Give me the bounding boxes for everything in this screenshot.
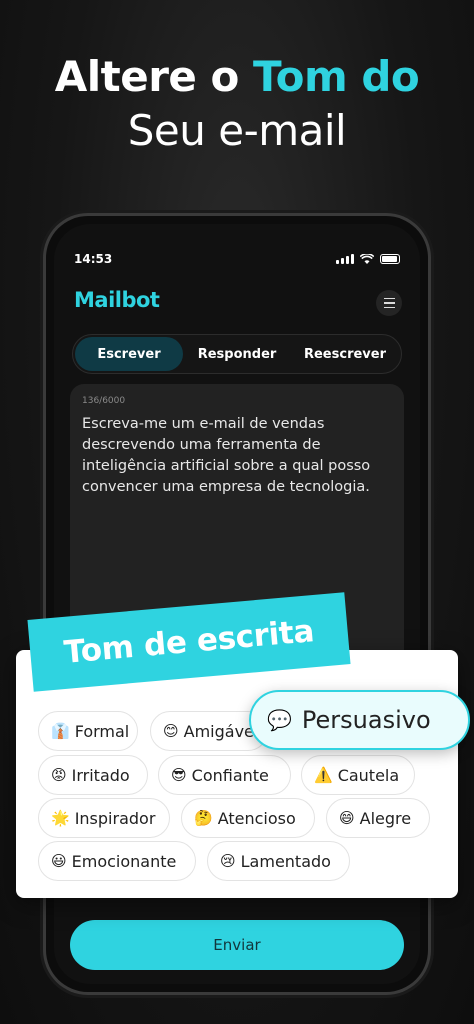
headline-word-o: o bbox=[210, 52, 254, 101]
tone-chip-cautela[interactable]: ⚠️ Cautela bbox=[301, 755, 415, 795]
hamburger-icon-line bbox=[383, 302, 395, 304]
smile-icon: 😊 bbox=[163, 722, 179, 740]
tone-chip-emocionante[interactable]: 😃 Emocionante bbox=[38, 841, 196, 881]
tone-chip-label: Persuasivo bbox=[301, 706, 431, 734]
tone-chip-persuasivo-selected[interactable]: 💬 Persuasivo bbox=[249, 690, 470, 750]
tone-chip-label: Formal bbox=[74, 721, 130, 741]
tone-chip-label: Lamentado bbox=[240, 851, 331, 871]
tone-chip-label: Emocionante bbox=[71, 851, 177, 871]
character-counter: 136/6000 bbox=[82, 396, 126, 406]
prompt-text[interactable]: Escreva-me um e-mail de vendas descreven… bbox=[82, 414, 388, 498]
thinking-face-icon: 🤔 bbox=[194, 809, 213, 827]
app-logo: Mailbot bbox=[74, 288, 160, 312]
promo-headline: Altere o Tom do Seu e-mail bbox=[0, 50, 474, 158]
status-bar: 14:53 bbox=[74, 252, 400, 270]
tone-chip-label: Confiante bbox=[191, 765, 269, 785]
tone-chip-formal[interactable]: 👔 Formal bbox=[38, 711, 138, 751]
mode-tabs: Escrever Responder Reescrever bbox=[72, 334, 402, 374]
tone-chip-alegre[interactable]: 😄 Alegre bbox=[326, 798, 430, 838]
angry-face-icon: 😡 bbox=[51, 766, 67, 784]
tone-chip-label: Amigáve bbox=[183, 721, 254, 741]
tone-panel-title: Tom de escrita bbox=[62, 613, 316, 671]
tab-escrever[interactable]: Escrever bbox=[75, 337, 183, 371]
tone-chip-inspirador[interactable]: 🌟 Inspirador bbox=[38, 798, 170, 838]
headline-accent-tom-do: Tom do bbox=[253, 52, 420, 101]
hamburger-icon-line bbox=[383, 297, 395, 300]
tone-chip-label: Alegre bbox=[359, 808, 412, 828]
happy-face-icon: 😃 bbox=[51, 852, 67, 870]
battery-icon bbox=[380, 254, 400, 264]
tone-chip-lamentado[interactable]: 😢 Lamentado bbox=[207, 841, 350, 881]
headline-line-2: Seu e-mail bbox=[127, 106, 347, 155]
tone-chip-irritado[interactable]: 😡 Irritado bbox=[38, 755, 148, 795]
tone-chip-confiante[interactable]: 😎 Confiante bbox=[158, 755, 291, 795]
glowing-star-icon: 🌟 bbox=[51, 809, 70, 827]
grinning-face-icon: 😄 bbox=[339, 809, 355, 827]
status-icons bbox=[336, 254, 400, 264]
hamburger-icon-line bbox=[383, 306, 395, 309]
warning-icon: ⚠️ bbox=[314, 766, 333, 784]
tone-chip-label: Atencioso bbox=[217, 808, 296, 828]
tab-reescrever[interactable]: Reescrever bbox=[291, 337, 399, 371]
headline-word-altere: Altere bbox=[54, 52, 211, 101]
tone-chip-label: Inspirador bbox=[74, 808, 156, 828]
menu-button[interactable] bbox=[376, 290, 402, 316]
necktie-icon: 👔 bbox=[51, 722, 70, 740]
tone-chip-label: Irritado bbox=[71, 765, 130, 785]
signal-icon bbox=[336, 254, 354, 264]
headline-line-1: Altere o Tom do bbox=[0, 50, 474, 104]
status-time: 14:53 bbox=[74, 252, 113, 266]
sad-face-icon: 😢 bbox=[220, 852, 236, 870]
tone-chip-label: Cautela bbox=[337, 765, 400, 785]
tab-responder[interactable]: Responder bbox=[183, 337, 291, 371]
sunglasses-face-icon: 😎 bbox=[171, 766, 187, 784]
send-button[interactable]: Enviar bbox=[70, 920, 404, 970]
wifi-icon bbox=[360, 254, 374, 264]
tone-chip-atencioso[interactable]: 🤔 Atencioso bbox=[181, 798, 315, 838]
speech-bubble-icon: 💬 bbox=[267, 708, 292, 732]
